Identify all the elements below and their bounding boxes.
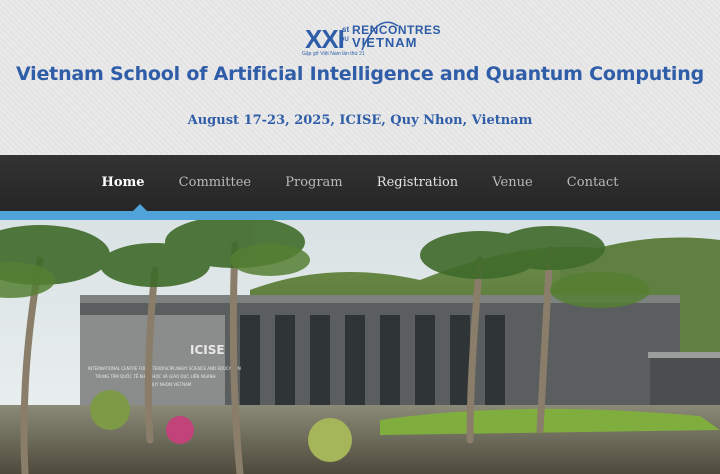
- nav-venue[interactable]: Venue: [492, 175, 532, 190]
- plaque-line-3: QUY NHON VIETNAM: [150, 382, 192, 387]
- logo-tagline: Gặp gỡ Việt Nam lần thứ 21: [302, 51, 365, 57]
- nav-home[interactable]: Home: [102, 175, 145, 190]
- logo-vietnam: VIETNAM: [352, 35, 418, 50]
- logo-du: DU: [340, 37, 349, 43]
- event-dates-location: August 17-23, 2025, ICISE, Quy Nhon, Vie…: [187, 113, 533, 128]
- hero-image-icise-building: ICISE INTERNATIONAL CENTRE FOR INTERDISC…: [0, 220, 720, 474]
- plaque-line-1: INTERNATIONAL CENTRE FOR INTERDISCIPLINA…: [88, 366, 241, 371]
- site-header: XXI st RENCONTRES DU VIETNAM Gặp gỡ Việt…: [0, 0, 720, 155]
- active-nav-indicator: [133, 204, 147, 211]
- rencontres-du-vietnam-logo[interactable]: XXI st RENCONTRES DU VIETNAM Gặp gỡ Việt…: [300, 20, 441, 60]
- nav-program[interactable]: Program: [285, 175, 342, 190]
- nav-registration[interactable]: Registration: [377, 175, 458, 190]
- nav-committee[interactable]: Committee: [179, 175, 251, 190]
- building-sign: ICISE: [190, 343, 225, 357]
- logo-superscript: st: [342, 25, 350, 34]
- page-title: Vietnam School of Artificial Intelligenc…: [16, 63, 704, 85]
- plaque-line-2: TRUNG TÂM QUỐC TẾ KHOA HỌC VÀ GIÁO DỤC L…: [94, 373, 216, 379]
- accent-bar: [0, 211, 720, 220]
- nav-contact[interactable]: Contact: [567, 175, 619, 190]
- main-navigation: Home Committee Program Registration Venu…: [0, 155, 720, 211]
